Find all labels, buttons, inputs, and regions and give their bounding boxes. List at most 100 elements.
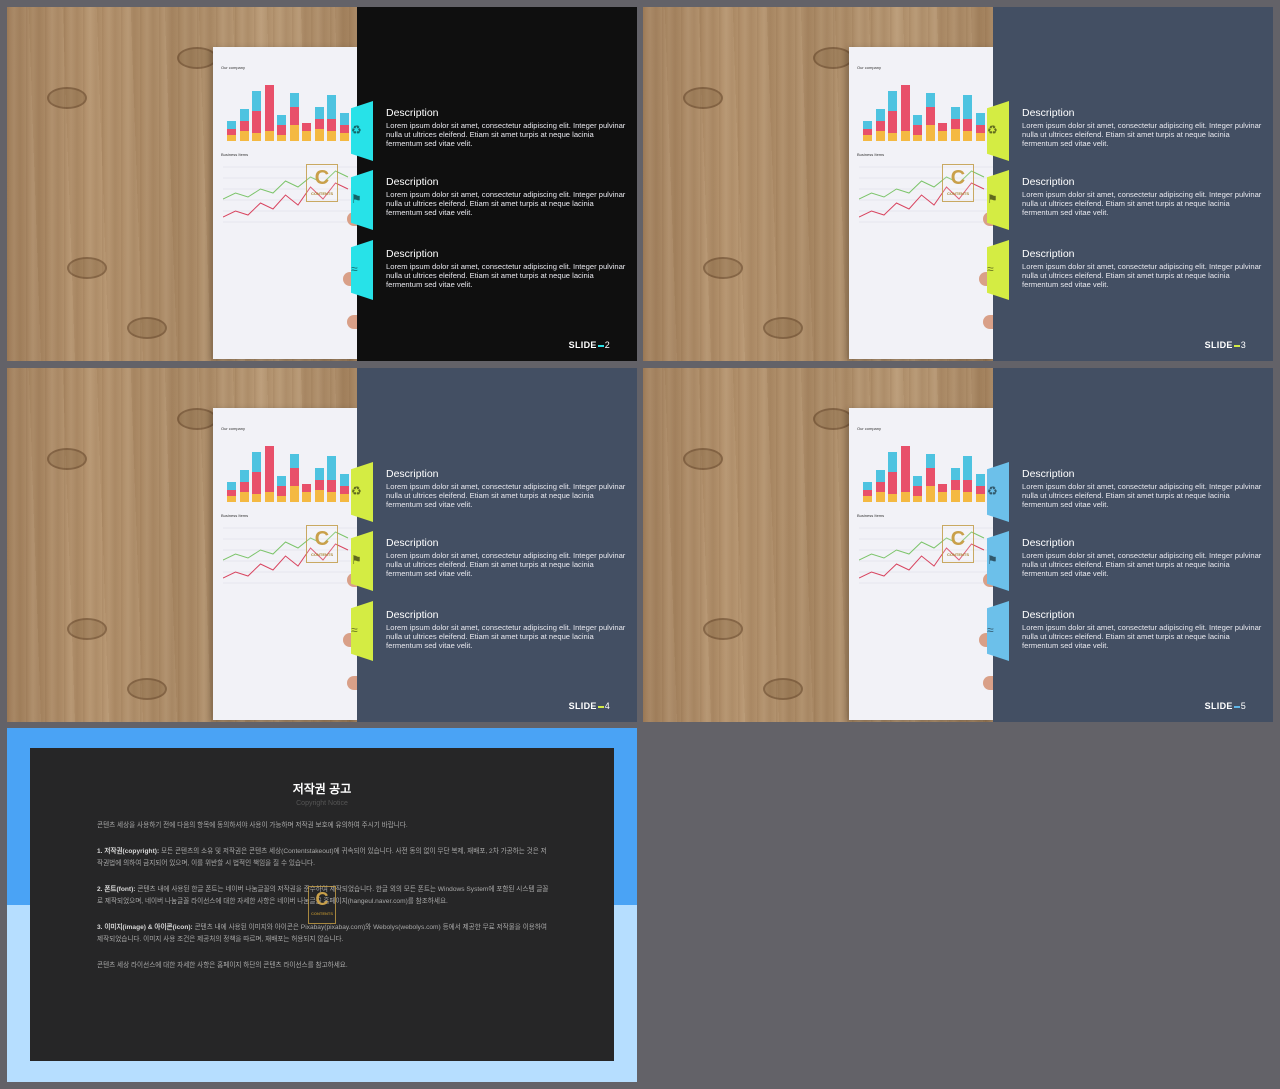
slide-number: SLIDE 2 [569,340,610,350]
item-tab: ≈ [351,601,373,661]
wood-knot [177,408,217,430]
slide-5: Our company Business Items C CONTENTS ♻ Descr… [643,368,1273,722]
paper-bar-segment [327,456,336,480]
paper-bar-segment [863,121,872,129]
paper-bar [950,468,960,502]
slide-number-value: 3 [1240,340,1246,350]
description-item: Description Lorem ipsum dolor sit amet, c… [1022,609,1262,650]
description-text: Lorem ipsum dolor sit amet, consectetur … [1022,190,1262,217]
paper-bar-segment [327,119,336,131]
paper-bar [900,446,910,502]
paper-bar [227,121,236,141]
contents-logo-icon: C CONTENTS [308,886,336,924]
item-tab: ⚑ [987,531,1009,591]
wood-knot [703,257,743,279]
wave-icon: ≈ [351,262,358,276]
description-item: Description Lorem ipsum dolor sit amet, c… [1022,468,1262,509]
contents-logo-icon: C CONTENTS [306,164,338,202]
description-title: Description [386,107,439,119]
paper-bar-segment [327,480,336,492]
paper-bar-segment [239,482,249,492]
description-title: Description [1022,468,1075,480]
paper-bar-segment [314,119,324,129]
paper-bar-segment [239,492,249,502]
description-text: Lorem ipsum dolor sit amet, consectetur … [386,623,626,650]
paper-bar-segment [950,468,960,480]
description-text: Lorem ipsum dolor sit amet, consectetur … [1022,121,1262,148]
paper-bar-segment [302,484,311,492]
item-tab: ⚑ [351,531,373,591]
wood-knot [47,87,87,109]
paper-bar [925,454,935,502]
recycle-icon: ♻ [351,123,362,137]
paper-bar-segment [875,131,885,141]
contents-logo-icon: C CONTENTS [942,525,974,563]
paper-bar-segment [888,494,897,502]
paper-title: Our company [857,65,882,70]
paper-bar-segment [302,123,311,131]
description-text: Lorem ipsum dolor sit amet, consectetur … [386,551,626,578]
paper-bar [239,109,249,141]
copyright-slide: 저작권 공고 Copyright Notice 콘텐츠 세상을 사용하기 전에 … [7,728,637,1082]
description-text: Lorem ipsum dolor sit amet, consectetur … [1022,482,1262,509]
copyright-lead: 3. 이미지(image) & 아이콘(icon): [97,923,193,931]
paper-bar-segment [289,107,299,125]
logo-letter: C [314,167,330,189]
paper-bar [888,452,897,502]
paper-bar-segment [888,133,897,141]
logo-letter: C [950,167,966,189]
paper-bar-segment [963,492,972,502]
description-title: Description [386,609,439,621]
paper-bar-segment [302,131,311,141]
wood-knot [763,678,803,700]
paper-bar-segment [925,93,935,107]
paper-bar-chart [863,75,991,141]
wave-icon: ≈ [987,262,994,276]
slide-number-value: 4 [604,701,610,711]
paper-bar-segment [875,109,885,121]
wood-knot [703,618,743,640]
paper-bar-segment [863,482,872,490]
paper-bar [863,482,872,502]
slide-number-dash [597,344,604,347]
slide-number: SLIDE 5 [1205,701,1246,711]
paper-bar-segment [314,107,324,119]
paper-bar [289,454,299,502]
report-paper: Our company Business Items C CONTENTS [849,408,1009,720]
paper-bar [913,476,922,502]
paper-bar [888,91,897,141]
description-title: Description [1022,609,1075,621]
paper-bar-segment [963,131,972,141]
paper-bar-segment [875,121,885,131]
paper-bar-segment [950,129,960,141]
paper-bar-segment [289,93,299,107]
paper-bar [975,474,985,502]
description-text: Lorem ipsum dolor sit amet, consectetur … [1022,623,1262,650]
contents-logo-icon: C CONTENTS [942,164,974,202]
paper-bar-segment [277,115,286,125]
logo-text: CONTENTS [947,191,969,196]
paper-bar-segment [252,452,261,472]
report-paper: Our company Business Items C CONTENTS [213,47,373,359]
slide-label: SLIDE [1204,340,1233,350]
paper-bar [327,456,336,502]
paper-bar-segment [913,135,922,141]
paper-bar [302,484,311,502]
paper-bar-chart [863,436,991,502]
flag-icon: ⚑ [351,553,362,567]
paper-bar-segment [938,492,947,502]
paper-bar-segment [925,107,935,125]
paper-bar-segment [975,133,985,141]
paper-bar [314,468,324,502]
paper-bar-segment [975,125,985,133]
paper-subtitle: Business Items [221,152,249,157]
description-item: Description Lorem ipsum dolor sit amet, c… [1022,248,1262,289]
description-item: Description Lorem ipsum dolor sit amet, c… [386,537,626,578]
paper-bar-segment [888,452,897,472]
description-text: Lorem ipsum dolor sit amet, consectetur … [1022,551,1262,578]
paper-bar-segment [339,486,349,494]
paper-bar-segment [975,494,985,502]
description-item: Description Lorem ipsum dolor sit amet, c… [386,248,626,289]
paper-bar [277,115,286,141]
description-title: Description [386,176,439,188]
